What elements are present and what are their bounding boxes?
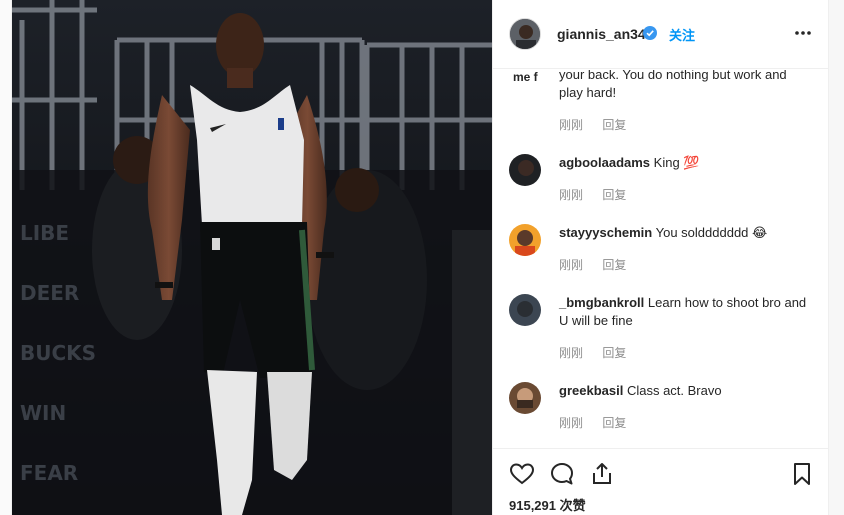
- page-background-strip: [0, 0, 12, 515]
- comment-text: your back. You do nothing but work and p…: [559, 70, 787, 100]
- reply-button[interactable]: 回复: [602, 416, 626, 430]
- comment-meta: 刚刚 回复: [559, 116, 642, 133]
- author-avatar[interactable]: [509, 18, 541, 50]
- comment-username[interactable]: agboolaadams: [559, 155, 650, 170]
- page-scrollbar[interactable]: [828, 0, 844, 515]
- heart-icon[interactable]: [509, 461, 535, 487]
- commenter-avatar[interactable]: [509, 224, 541, 256]
- comments-list[interactable]: me f your back. You do nothing but work …: [493, 70, 829, 448]
- commenter-avatar[interactable]: [509, 154, 541, 186]
- reply-button[interactable]: 回复: [602, 118, 626, 132]
- reply-button[interactable]: 回复: [602, 258, 626, 272]
- comment-icon[interactable]: [549, 461, 575, 487]
- comment-body: You solddddddd 😂: [655, 225, 768, 240]
- likes-count[interactable]: 915,291 次赞: [509, 495, 586, 514]
- comment-time: 刚刚: [559, 416, 584, 430]
- comment-username[interactable]: _bmgbankroll: [559, 295, 644, 310]
- comment-meta: 刚刚 回复: [559, 414, 642, 431]
- comment-time: 刚刚: [559, 118, 584, 132]
- svg-text:BUCKS: BUCKS: [20, 341, 96, 365]
- verified-badge-icon: [643, 26, 657, 40]
- svg-text:WIN: WIN: [20, 401, 66, 425]
- svg-text:FEAR: FEAR: [20, 461, 78, 485]
- svg-text:LIBE: LIBE: [20, 221, 69, 245]
- svg-text:DEER: DEER: [20, 281, 79, 305]
- comment-text: stayyyschemin You solddddddd 😂: [559, 224, 809, 242]
- author-username[interactable]: giannis_an34: [557, 26, 646, 42]
- avatar-image: [509, 294, 541, 326]
- comment-username[interactable]: greekbasil: [559, 383, 623, 398]
- comment-time: 刚刚: [559, 346, 584, 360]
- comment-text: greekbasil Class act. Bravo: [559, 382, 809, 400]
- post-sidebar: giannis_an34 关注 me f your back. You do n…: [492, 0, 829, 515]
- share-icon[interactable]: [589, 461, 615, 487]
- comment-meta: 刚刚 回复: [559, 256, 642, 273]
- comment-body: Class act. Bravo: [626, 383, 722, 398]
- instagram-post-modal: LIBE DEER BUCKS WIN FEAR giannis_an34 关注…: [0, 0, 844, 515]
- comment-username[interactable]: me f: [513, 70, 538, 84]
- comment-text: _bmgbankroll Learn how to shoot bro and …: [559, 294, 809, 330]
- avatar-image: [509, 224, 541, 256]
- comment-body: King 💯: [653, 155, 700, 170]
- avatar-image: [510, 19, 540, 49]
- post-photo[interactable]: LIBE DEER BUCKS WIN FEAR: [12, 0, 492, 515]
- follow-button[interactable]: 关注: [669, 25, 695, 44]
- comment-meta: 刚刚 回复: [559, 186, 642, 203]
- comment-time: 刚刚: [559, 188, 584, 202]
- reply-button[interactable]: 回复: [602, 346, 626, 360]
- comment-text: agboolaadams King 💯: [559, 154, 809, 172]
- reply-button[interactable]: 回复: [602, 188, 626, 202]
- commenter-avatar[interactable]: [509, 382, 541, 414]
- avatar-image: [509, 154, 541, 186]
- avatar-image: [509, 382, 541, 414]
- bookmark-icon[interactable]: [789, 461, 815, 487]
- commenter-avatar[interactable]: [509, 294, 541, 326]
- post-actions: 915,291 次赞: [493, 448, 829, 515]
- comment-time: 刚刚: [559, 258, 584, 272]
- basketball-player-image: LIBE DEER BUCKS WIN FEAR: [12, 0, 492, 515]
- comment-meta: 刚刚 回复: [559, 344, 642, 361]
- post-header: giannis_an34 关注: [493, 0, 829, 69]
- more-options-icon[interactable]: [793, 26, 813, 40]
- comment-username[interactable]: stayyyschemin: [559, 225, 652, 240]
